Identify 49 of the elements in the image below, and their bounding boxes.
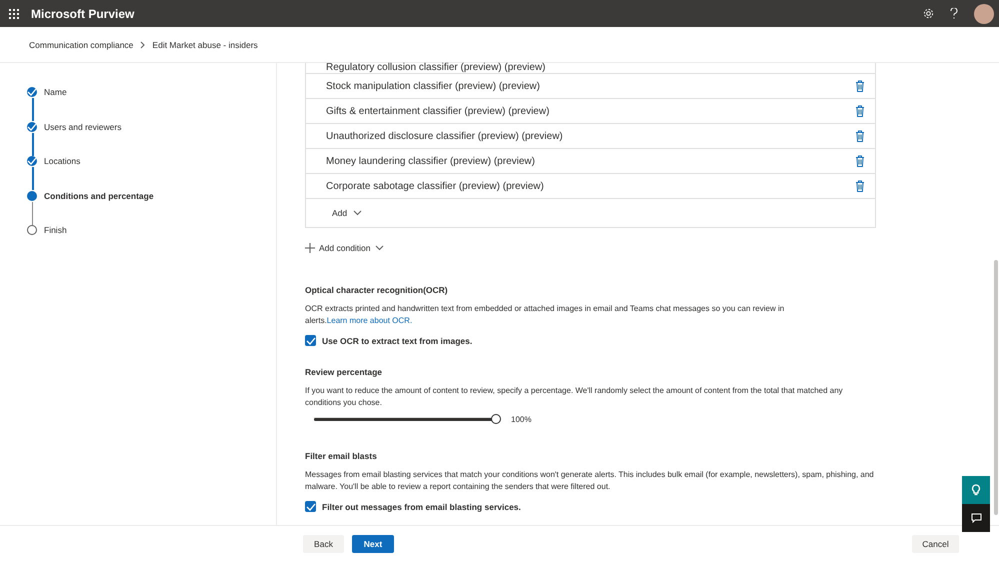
avatar[interactable]: [974, 4, 994, 24]
breadcrumb-current: Edit Market abuse - insiders: [152, 40, 258, 50]
chat-icon: [970, 513, 982, 523]
chevron-down-icon: [353, 210, 362, 216]
cancel-button[interactable]: Cancel: [912, 535, 959, 553]
checkbox-label: Use OCR to extract text from images.: [322, 336, 472, 346]
trash-icon[interactable]: [855, 155, 865, 167]
step-label: Name: [44, 87, 67, 97]
step-label: Conditions and percentage: [44, 190, 154, 200]
chevron-right-icon: [140, 40, 146, 48]
trash-icon[interactable]: [855, 130, 865, 142]
plus-icon: [305, 243, 315, 253]
step-label: Users and reviewers: [44, 122, 122, 132]
lightbulb-icon: [971, 484, 981, 496]
section-heading: Optical character recognition(OCR): [305, 285, 449, 295]
classifier-name: Corporate sabotage classifier (preview) (preview): [326, 180, 545, 192]
add-button[interactable]: Add: [332, 206, 362, 220]
classifier-name: Gifts & entertainment classifier (preview) (preview): [326, 106, 550, 116]
trash-icon[interactable]: [855, 80, 865, 92]
scrollbar[interactable]: [994, 260, 998, 515]
app-title: Microsoft Purview: [31, 6, 134, 20]
classifier-name: Unauthorized disclosure classifier (preview) (preview): [326, 130, 564, 142]
app-launcher-icon[interactable]: [9, 8, 19, 18]
section-heading: Review percentage: [305, 367, 384, 377]
feedback-button[interactable]: [962, 504, 990, 532]
trash-icon[interactable]: [855, 105, 865, 117]
filter-description: Messages from email blasting services that match your conditions won't generate alerts. This includes bulk email (for example, newsletters), spam, phishing, and malware. You'll be able to review a report containing the senders that were filtered out.: [305, 469, 875, 492]
step-label: Locations: [44, 156, 80, 166]
learn-more-link[interactable]: Learn more about OCR.: [326, 316, 412, 324]
add-condition-button[interactable]: Add condition: [305, 241, 384, 255]
trash-icon[interactable]: [855, 180, 865, 192]
checkbox[interactable]: [305, 335, 316, 346]
breadcrumb-link[interactable]: Communication compliance: [29, 40, 134, 50]
ocr-description: OCR extracts printed and handwritten text from embedded or attached images in email and Teams chat messages so you can review in alerts.Learn more about OCR.: [305, 303, 786, 326]
settings-icon[interactable]: [923, 8, 934, 19]
next-button[interactable]: Next: [352, 535, 394, 553]
slider-value: 100%: [511, 414, 532, 424]
assistant-button[interactable]: [962, 476, 990, 504]
classifier-name: Money laundering classifier (preview) (preview): [326, 156, 536, 166]
review-description: If you want to reduce the amount of content to review, specify a percentage. We'll randomly select the amount of content from the total that matched any conditions you chose.: [305, 385, 844, 408]
step-label: Finish: [44, 225, 67, 235]
back-button[interactable]: Back: [303, 535, 344, 553]
help-icon[interactable]: [950, 8, 958, 19]
classifier-name: Stock manipulation classifier (preview) (preview): [326, 80, 541, 92]
section-heading: Filter email blasts: [305, 451, 378, 461]
classifier-name: Regulatory collusion classifier (preview) (preview): [326, 62, 547, 73]
chevron-down-icon: [374, 245, 384, 251]
checkbox-label: Filter out messages from email blasting services.: [322, 502, 521, 512]
checkbox[interactable]: [305, 501, 316, 512]
